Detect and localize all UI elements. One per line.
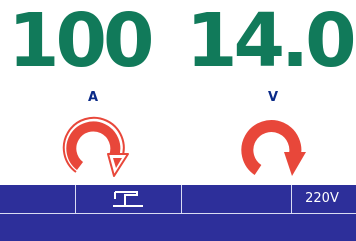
status-cell-process[interactable] (76, 185, 182, 213)
supply-voltage-text: 220V (305, 191, 339, 206)
voltage-unit-label: V (268, 90, 279, 105)
welding-torch-icon (113, 191, 143, 207)
voltage-knob[interactable] (234, 106, 314, 186)
welder-display: 100 14.0 A V 220V (0, 0, 356, 241)
current-unit-label: A (88, 90, 99, 105)
rotate-knob-icon (241, 120, 306, 176)
current-value: 100 (8, 0, 154, 84)
status-cell-empty (182, 185, 292, 213)
current-knob[interactable] (56, 106, 136, 186)
status-cell-empty (0, 185, 76, 213)
voltage-value: 14.0 (186, 0, 356, 84)
rotate-knob-icon (62, 116, 129, 177)
status-bar-lower (0, 213, 356, 241)
status-bar: 220V (0, 185, 356, 213)
status-cell-voltage: 220V (292, 185, 356, 213)
